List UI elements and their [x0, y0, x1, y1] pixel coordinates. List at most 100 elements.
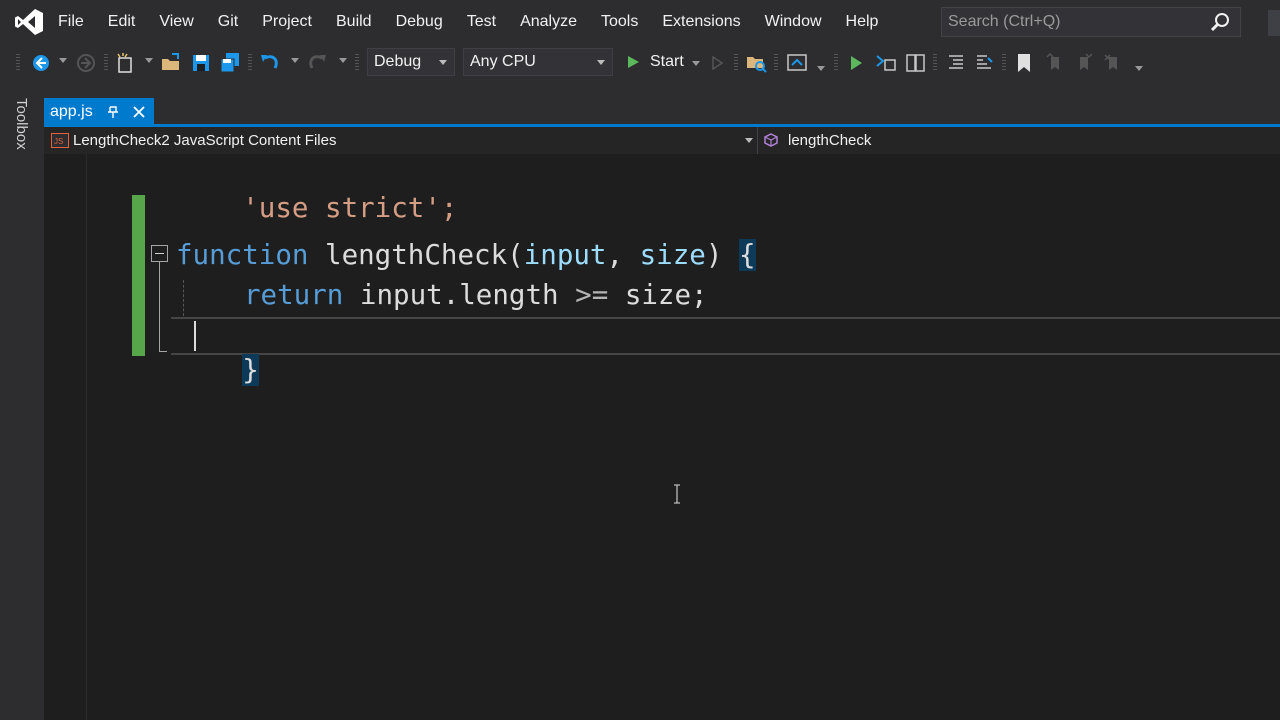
- current-line-highlight: [171, 317, 1280, 355]
- publish-dropdown-arrow-icon[interactable]: [817, 66, 825, 71]
- step-into-icon[interactable]: [875, 52, 897, 74]
- menu-view[interactable]: View: [147, 13, 205, 31]
- redo-icon[interactable]: [306, 52, 328, 74]
- toolbar-separator: [1002, 54, 1006, 72]
- open-file-icon[interactable]: [160, 52, 182, 74]
- back-dropdown-arrow-icon[interactable]: [59, 58, 67, 63]
- new-project-icon[interactable]: [114, 52, 136, 74]
- pin-icon[interactable]: [106, 104, 120, 120]
- menu-tools[interactable]: Tools: [589, 13, 650, 31]
- project-label: LengthCheck2 JavaScript Content Files: [73, 132, 337, 149]
- javascript-file-icon: JS: [51, 133, 69, 148]
- outline-line: [159, 262, 160, 352]
- parameter-size: size: [639, 239, 706, 271]
- search-input[interactable]: [942, 8, 1208, 36]
- menu-help[interactable]: Help: [834, 13, 891, 31]
- menu-file[interactable]: File: [46, 13, 96, 31]
- code-editor[interactable]: 'use strict'; function lengthCheck(input…: [44, 154, 1280, 720]
- toolbar-separator: [734, 54, 738, 72]
- toolbar-separator: [248, 54, 252, 72]
- save-icon[interactable]: [190, 52, 212, 74]
- tab-label: app.js: [50, 103, 93, 120]
- start-dropdown-arrow-icon[interactable]: [692, 61, 700, 66]
- toolbar-overflow-arrow-icon[interactable]: [1135, 66, 1143, 71]
- keyword-return: return: [244, 279, 344, 311]
- return-expression: input.length: [359, 279, 576, 311]
- previous-bookmark-icon[interactable]: [1044, 52, 1066, 74]
- menu-project[interactable]: Project: [250, 13, 324, 31]
- navigation-bar: JS LengthCheck2 JavaScript Content Files…: [44, 127, 1280, 154]
- toolbar-separator: [834, 54, 838, 72]
- comment-icon[interactable]: [973, 52, 995, 74]
- configuration-value: Debug: [374, 53, 422, 70]
- open-brace: {: [738, 239, 756, 271]
- menu-analyze[interactable]: Analyze: [508, 13, 589, 31]
- configuration-dropdown[interactable]: Debug: [367, 48, 455, 76]
- new-dropdown-arrow-icon[interactable]: [145, 58, 153, 63]
- toolbox-tab[interactable]: Toolbox: [13, 98, 30, 150]
- search-icon[interactable]: [1210, 12, 1230, 32]
- parameter-input: input: [523, 239, 607, 271]
- platform-dropdown[interactable]: Any CPU: [463, 48, 613, 76]
- toolbar-grip[interactable]: [16, 54, 20, 72]
- find-in-files-icon[interactable]: [745, 52, 767, 74]
- close-brace: }: [242, 354, 259, 386]
- navigate-forward-icon[interactable]: [75, 52, 97, 74]
- indent-icon[interactable]: [945, 52, 967, 74]
- menu-edit[interactable]: Edit: [96, 13, 148, 31]
- search-box[interactable]: [941, 7, 1241, 37]
- open-paren: (: [507, 239, 524, 271]
- tab-app-js[interactable]: app.js: [44, 98, 154, 126]
- close-icon[interactable]: [132, 105, 146, 119]
- toolbar-separator: [355, 54, 359, 72]
- line-gutter: [44, 154, 87, 720]
- redo-dropdown-arrow-icon[interactable]: [339, 58, 347, 63]
- indent-guide: [183, 280, 184, 316]
- menu-window[interactable]: Window: [753, 13, 834, 31]
- chevron-down-icon: [745, 138, 753, 143]
- undo-dropdown-arrow-icon[interactable]: [291, 58, 299, 63]
- return-expression-end: size;: [608, 279, 708, 311]
- clear-bookmarks-icon[interactable]: [1102, 52, 1124, 74]
- tab-row: [44, 82, 1280, 126]
- member-dropdown[interactable]: lengthCheck: [788, 127, 871, 154]
- toolbar: Debug Any CPU Start: [0, 44, 1280, 82]
- toolbar-separator: [104, 54, 108, 72]
- operator: >=: [575, 279, 609, 311]
- visual-studio-logo-icon[interactable]: [14, 8, 44, 36]
- publish-icon[interactable]: [786, 52, 808, 74]
- toolbar-separator: [933, 54, 937, 72]
- project-dropdown[interactable]: JS LengthCheck2 JavaScript Content Files: [44, 127, 758, 154]
- run-icon[interactable]: [845, 52, 867, 74]
- menu-extensions[interactable]: Extensions: [650, 13, 752, 31]
- text-caret: [194, 321, 196, 351]
- close-paren: ): [705, 239, 739, 271]
- toolbox-strip: [0, 82, 44, 720]
- menu-build[interactable]: Build: [324, 13, 384, 31]
- start-without-debugging-icon[interactable]: [706, 52, 728, 74]
- comma: ,: [606, 239, 640, 271]
- ibeam-cursor-icon: [674, 484, 680, 504]
- start-label: Start: [650, 53, 684, 70]
- chevron-down-icon: [597, 60, 605, 65]
- play-icon: [628, 56, 639, 68]
- code-line-3: return input.length >= size;: [244, 278, 708, 312]
- menu-test[interactable]: Test: [455, 13, 508, 31]
- navigate-back-icon[interactable]: [30, 52, 52, 74]
- code-line-4: }: [176, 319, 259, 421]
- bookmark-icon[interactable]: [1013, 52, 1035, 74]
- change-tracking-bar: [132, 195, 145, 356]
- start-button[interactable]: Start: [622, 48, 702, 76]
- hot-reload-icon[interactable]: [904, 52, 926, 74]
- code-line-2: function lengthCheck(input, size) {: [176, 238, 756, 272]
- collapse-toggle-icon[interactable]: [151, 245, 168, 262]
- undo-icon[interactable]: [259, 52, 281, 74]
- string-literal: 'use strict';: [242, 192, 458, 224]
- menu-bar: File Edit View Git Project Build Debug T…: [0, 0, 1280, 44]
- platform-value: Any CPU: [470, 53, 536, 70]
- menu-git[interactable]: Git: [206, 13, 250, 31]
- save-all-icon[interactable]: [219, 52, 241, 74]
- next-bookmark-icon[interactable]: [1073, 52, 1095, 74]
- toolbar-separator: [774, 54, 778, 72]
- menu-debug[interactable]: Debug: [384, 13, 455, 31]
